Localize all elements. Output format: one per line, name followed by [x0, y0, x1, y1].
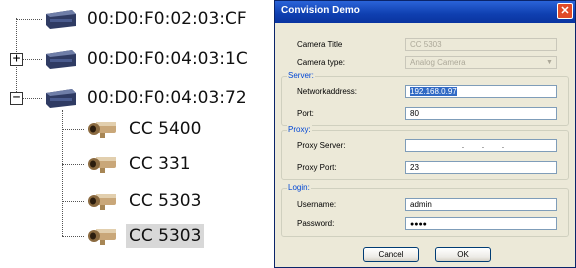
port-label: Port: [297, 109, 314, 118]
tree-item-device[interactable]: 00:D0:F0:04:03:72 [42, 81, 250, 115]
tree-item-label: CC 5400 [129, 119, 202, 139]
camera-icon [88, 122, 116, 138]
tree-item-camera[interactable]: CC 331 [86, 147, 194, 181]
tree-item-device[interactable]: 00:D0:F0:04:03:1C [42, 42, 251, 76]
camera-type-select: Analog Camera ▼ [405, 56, 557, 69]
password-value: ●●●● [410, 221, 427, 228]
camera-type-value: Analog Camera [410, 58, 466, 67]
tree-item-camera[interactable]: CC 5303 [86, 184, 204, 218]
collapse-toggle[interactable]: − [10, 91, 23, 105]
tree-item-label: CC 331 [129, 154, 191, 174]
network-address-value: 192.168.0.97 [410, 87, 457, 96]
tree-item-camera-selected[interactable]: CC 5303 [86, 219, 205, 253]
port-input[interactable]: 80 [405, 107, 557, 120]
tree-item-label: 00:D0:F0:04:03:72 [87, 88, 247, 108]
proxy-server-label: Proxy Server: [297, 141, 346, 150]
proxy-server-value: . . . [461, 141, 505, 150]
network-device-icon [46, 89, 76, 108]
tree-line [16, 19, 42, 20]
password-label: Password: [297, 219, 335, 228]
login-group-title: Login: [287, 183, 311, 192]
close-button[interactable]: ✕ [557, 3, 573, 19]
server-group-title: Server: [287, 71, 315, 80]
tree-line [22, 98, 42, 99]
expand-toggle[interactable]: + [10, 52, 23, 66]
tree-item-label: 00:D0:F0:02:03:CF [87, 9, 247, 29]
tree-item-label: CC 5303 [129, 191, 202, 211]
camera-icon [88, 157, 116, 173]
proxy-server-input[interactable]: . . . [405, 139, 557, 152]
device-tree: + − 00:D0:F0:02:03:CF 00:D0:F0:04:03:1C … [0, 0, 270, 268]
tree-line [62, 236, 84, 237]
username-value: admin [410, 200, 432, 209]
port-value: 80 [410, 109, 419, 118]
proxy-port-value: 23 [410, 163, 419, 172]
dialog-title: Convision Demo [281, 5, 360, 16]
camera-title-label: Camera Title [297, 40, 343, 49]
chevron-down-icon: ▼ [546, 59, 553, 66]
tree-line [62, 164, 84, 165]
network-device-icon [46, 10, 76, 29]
camera-title-value: CC 5303 [410, 40, 442, 49]
camera-icon [88, 194, 116, 210]
tree-line [62, 129, 84, 130]
network-address-input[interactable]: 192.168.0.97 [405, 85, 557, 98]
ok-button[interactable]: OK [435, 247, 491, 262]
tree-item-camera[interactable]: CC 5400 [86, 112, 204, 146]
tree-line [22, 59, 42, 60]
cancel-button[interactable]: Cancel [363, 247, 419, 262]
camera-settings-dialog: Convision Demo ✕ Camera Title CC 5303 Ca… [274, 0, 576, 268]
tree-item-label: 00:D0:F0:04:03:1C [87, 49, 248, 69]
tree-line [62, 201, 84, 202]
tree-item-device[interactable]: 00:D0:F0:02:03:CF [42, 2, 250, 36]
dialog-titlebar[interactable]: Convision Demo ✕ [275, 1, 575, 23]
password-input[interactable]: ●●●● [405, 217, 557, 230]
username-input[interactable]: admin [405, 198, 557, 211]
camera-type-label: Camera type: [297, 58, 346, 67]
network-address-label: Networkaddress: [297, 87, 358, 96]
tree-item-label: CC 5303 [126, 224, 205, 248]
camera-title-field: CC 5303 [405, 38, 557, 51]
proxy-port-input[interactable]: 23 [405, 161, 557, 174]
proxy-port-label: Proxy Port: [297, 163, 337, 172]
network-device-icon [46, 50, 76, 69]
close-icon: ✕ [560, 5, 570, 17]
username-label: Username: [297, 200, 337, 209]
proxy-group-title: Proxy: [287, 125, 312, 134]
camera-icon [88, 229, 116, 245]
